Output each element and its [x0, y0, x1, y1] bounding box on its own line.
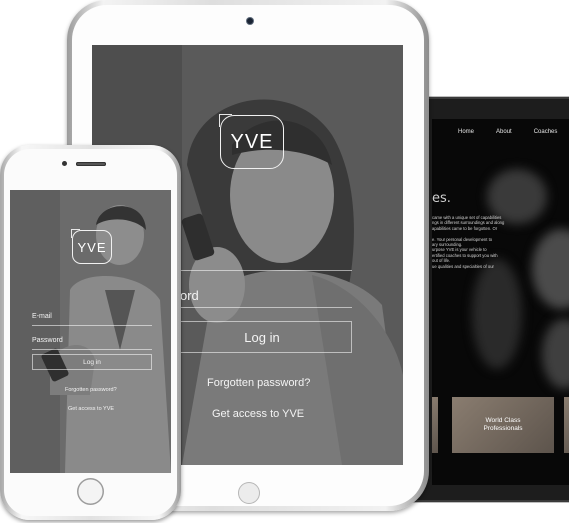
background-figure — [542, 319, 569, 389]
login-button[interactable]: Log in — [172, 321, 352, 353]
password-field[interactable] — [172, 307, 352, 308]
nav-about[interactable]: About — [496, 129, 512, 135]
password-field-label: ord — [180, 288, 199, 303]
email-field[interactable] — [32, 325, 152, 326]
logo-corner — [219, 114, 232, 127]
forgot-password-link[interactable]: Forgotten password? — [65, 387, 117, 393]
speaker-icon — [76, 162, 106, 166]
login-button-label: Log in — [83, 358, 101, 366]
password-field-label: Password — [32, 337, 63, 344]
prev-tile[interactable] — [432, 397, 438, 453]
password-field[interactable] — [32, 349, 152, 350]
laptop-heading: es. — [432, 191, 451, 206]
background-figure — [472, 259, 522, 369]
nav-coaches[interactable]: Coaches — [534, 129, 558, 135]
phone-device: YVE E-mail Password Log in Forgotten pas… — [0, 145, 181, 520]
logo-text: YVE — [77, 239, 107, 255]
forgot-password-link[interactable]: Forgotten password? — [207, 377, 310, 389]
email-field-label: E-mail — [32, 313, 52, 320]
camera-icon — [62, 161, 67, 166]
home-button[interactable] — [238, 482, 260, 504]
logo-text: YVE — [230, 130, 274, 153]
tile-label: World Class Professionals — [483, 417, 523, 432]
laptop-body-line: ue qualities and specialties of our — [432, 263, 494, 269]
laptop-body-text: came with a unique set of capabilities ng… — [432, 215, 514, 269]
login-button-label: Log in — [244, 329, 280, 345]
get-access-link[interactable]: Get access to YVE — [68, 406, 114, 412]
world-class-tile[interactable]: World Class Professionals — [452, 397, 554, 453]
login-button[interactable]: Log in — [32, 354, 152, 370]
background-figure — [532, 229, 569, 309]
nav-home[interactable]: Home — [458, 129, 474, 135]
camera-icon — [247, 18, 253, 24]
phone-screen: YVE E-mail Password Log in Forgotten pas… — [10, 190, 171, 473]
logo-corner — [71, 229, 80, 238]
laptop-nav: Home About Coaches — [458, 129, 557, 135]
home-button[interactable] — [77, 478, 104, 505]
laptop-screen: Home About Coaches es. came with a uniqu… — [432, 119, 569, 485]
next-tile[interactable] — [564, 397, 569, 453]
get-access-link[interactable]: Get access to YVE — [212, 408, 304, 420]
email-field[interactable] — [172, 270, 352, 271]
